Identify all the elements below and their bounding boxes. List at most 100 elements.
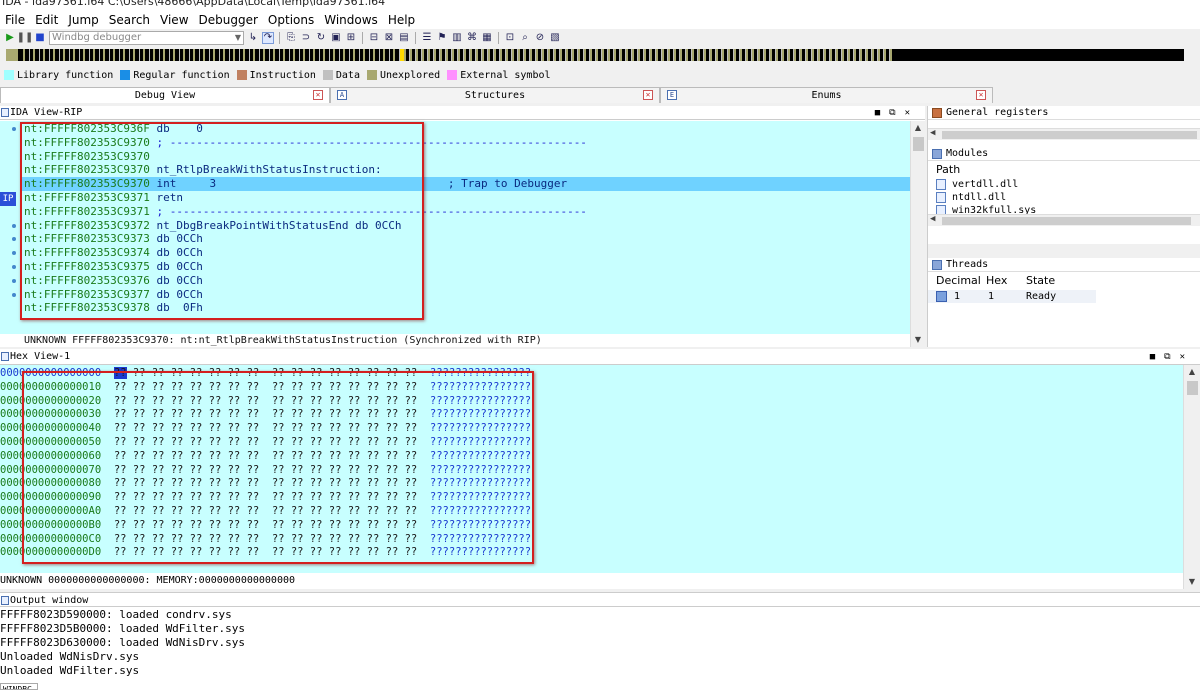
legend-item: Regular function <box>120 70 230 81</box>
tab-enums[interactable]: E Enums ✕ <box>660 87 993 103</box>
table-icon[interactable]: ▧ <box>549 32 561 44</box>
structures-icon: A <box>337 90 347 100</box>
menu-view[interactable]: View <box>155 12 193 29</box>
output-line: Unloaded WdNisDrv.sys <box>0 650 140 663</box>
menu-search[interactable]: Search <box>104 12 155 29</box>
memory-icon[interactable]: ▣ <box>330 32 342 44</box>
output-window-title: Output window <box>10 595 89 606</box>
threads-col-decimal[interactable]: Decimal <box>936 272 986 290</box>
modules-column-path[interactable]: Path <box>928 161 1200 178</box>
scroll-left-icon[interactable]: ◀ <box>930 128 935 138</box>
breakpoint-icon[interactable]: ⊞ <box>345 32 357 44</box>
modules-hscroll[interactable]: ◀ <box>928 214 1200 226</box>
scroll-up-icon[interactable]: ▲ <box>1184 365 1200 379</box>
line-marker-icon <box>12 127 16 131</box>
thread-decimal: 1 <box>954 291 961 302</box>
menu-options[interactable]: Options <box>263 12 319 29</box>
xref-icon[interactable]: ⊘ <box>534 32 546 44</box>
step-over-icon[interactable]: ↷ <box>262 31 274 44</box>
search-icon[interactable]: ⌕ <box>519 32 531 44</box>
output-line: FFFFF8023D5B0000: loaded WdFilter.sys <box>0 622 246 635</box>
menu-debugger[interactable]: Debugger <box>194 12 263 29</box>
registers-hscroll[interactable]: ◀ <box>928 128 1200 140</box>
tab-structures[interactable]: A Structures ✕ <box>330 87 660 103</box>
ida-view-header: IDA View-RIP ■⧉✕ <box>0 106 925 120</box>
module-row[interactable]: vertdll.dll <box>928 178 1200 191</box>
refresh-icon[interactable]: ↻ <box>315 32 327 44</box>
tab-debug-view[interactable]: Debug View ✕ <box>0 87 330 103</box>
registers-body <box>928 120 1200 128</box>
enums-icon: E <box>667 90 677 100</box>
menu-edit[interactable]: Edit <box>30 12 63 29</box>
calc-icon[interactable]: ▦ <box>481 32 493 44</box>
windbg-command-tab[interactable]: WINDBG <box>0 683 38 690</box>
module-row[interactable]: ntdll.dll <box>928 191 1200 204</box>
window-controls[interactable]: ■⧉✕ <box>875 106 919 120</box>
scroll-down-icon[interactable]: ▼ <box>1184 575 1200 589</box>
output-window: Output window FFFFF8023D590000: loaded c… <box>0 592 1200 690</box>
scroll-left-icon[interactable]: ◀ <box>930 214 935 224</box>
run-to-cursor-icon[interactable]: ⎘ <box>285 32 297 44</box>
legend-swatch <box>366 70 377 80</box>
debugger-select[interactable]: Windbg debugger ▼ <box>49 30 244 45</box>
legend-label: Library function <box>17 69 114 81</box>
ida-view-scrollbar[interactable]: ▲ ▼ <box>910 121 925 347</box>
step-out-icon[interactable]: ⊃ <box>300 32 312 44</box>
flag-icon[interactable]: ⚑ <box>436 32 448 44</box>
menu-jump[interactable]: Jump <box>63 12 103 29</box>
legend-bar: Library function Regular function Instru… <box>0 67 1200 83</box>
patch-icon[interactable]: ⊡ <box>504 32 516 44</box>
close-icon[interactable]: ✕ <box>313 90 323 100</box>
scroll-thumb[interactable] <box>1187 381 1198 395</box>
graph-icon[interactable]: ⊟ <box>368 32 380 44</box>
scroll-thumb[interactable] <box>942 131 1197 139</box>
menu-file[interactable]: File <box>0 12 30 29</box>
threads-col-hex[interactable]: Hex <box>986 272 1026 290</box>
general-registers-panel: General registers ◀ <box>928 106 1200 140</box>
threads-icon <box>932 260 942 270</box>
thread-row[interactable]: 1 1 Ready <box>928 290 1096 303</box>
line-marker-icon <box>12 278 16 283</box>
scroll-up-icon[interactable]: ▲ <box>911 121 925 135</box>
nav-segment-unexplored <box>6 49 18 61</box>
hex-view-pane: Hex View-1 ■⧉✕ 0000000000000000 ?? ?? ??… <box>0 349 1200 589</box>
run-icon[interactable]: ▶ <box>4 32 16 44</box>
scroll-thumb[interactable] <box>942 217 1191 225</box>
structures-icon[interactable]: ▤ <box>398 32 410 44</box>
navigation-band[interactable] <box>6 49 1184 61</box>
tab-label: Structures <box>464 90 526 101</box>
hex-view-scrollbar[interactable]: ▲ ▼ <box>1183 365 1200 589</box>
list-icon[interactable]: ☰ <box>421 32 433 44</box>
ida-view-title: IDA View-RIP <box>10 107 83 118</box>
menu-windows[interactable]: Windows <box>319 12 383 29</box>
step-into-icon[interactable]: ↳ <box>247 32 259 44</box>
menu-bar: File Edit Jump Search View Debugger Opti… <box>0 12 1200 29</box>
highlight-box <box>20 122 424 320</box>
threads-title: Threads <box>946 259 989 270</box>
module-row[interactable]: win32kfull.sys <box>928 204 1200 214</box>
arrows-gutter <box>0 121 22 334</box>
stack-icon[interactable]: ▥ <box>451 32 463 44</box>
toolbar-separator <box>498 31 499 44</box>
window-title-bar: IDA - ida97361.i64 C:\Users\48666\AppDat… <box>0 0 1200 12</box>
tag-icon[interactable]: ⌘ <box>466 32 478 44</box>
legend-item: Library function <box>4 70 113 81</box>
legend-swatch <box>4 70 14 80</box>
hex-icon[interactable]: ⊠ <box>383 32 395 44</box>
legend-label: Unexplored <box>379 69 441 81</box>
pause-icon[interactable]: ❚❚ <box>17 32 34 44</box>
close-icon[interactable]: ✕ <box>976 90 986 100</box>
window-controls[interactable]: ■⧉✕ <box>1150 349 1194 365</box>
threads-col-state[interactable]: State <box>1026 272 1096 290</box>
chevron-down-icon: ▼ <box>234 32 241 42</box>
highlight-box <box>22 371 534 564</box>
scroll-down-icon[interactable]: ▼ <box>911 333 925 347</box>
stop-icon[interactable]: ■ <box>34 32 46 44</box>
threads-panel: Threads Decimal Hex State 1 1 Ready <box>928 258 1200 347</box>
line-marker-icon <box>12 223 16 228</box>
close-icon[interactable]: ✕ <box>643 90 653 100</box>
output-line: FFFFF8023D630000: loaded WdNisDrv.sys <box>0 636 246 649</box>
menu-help[interactable]: Help <box>383 12 420 29</box>
scroll-thumb[interactable] <box>913 137 924 151</box>
toolbar-separator <box>415 31 416 44</box>
